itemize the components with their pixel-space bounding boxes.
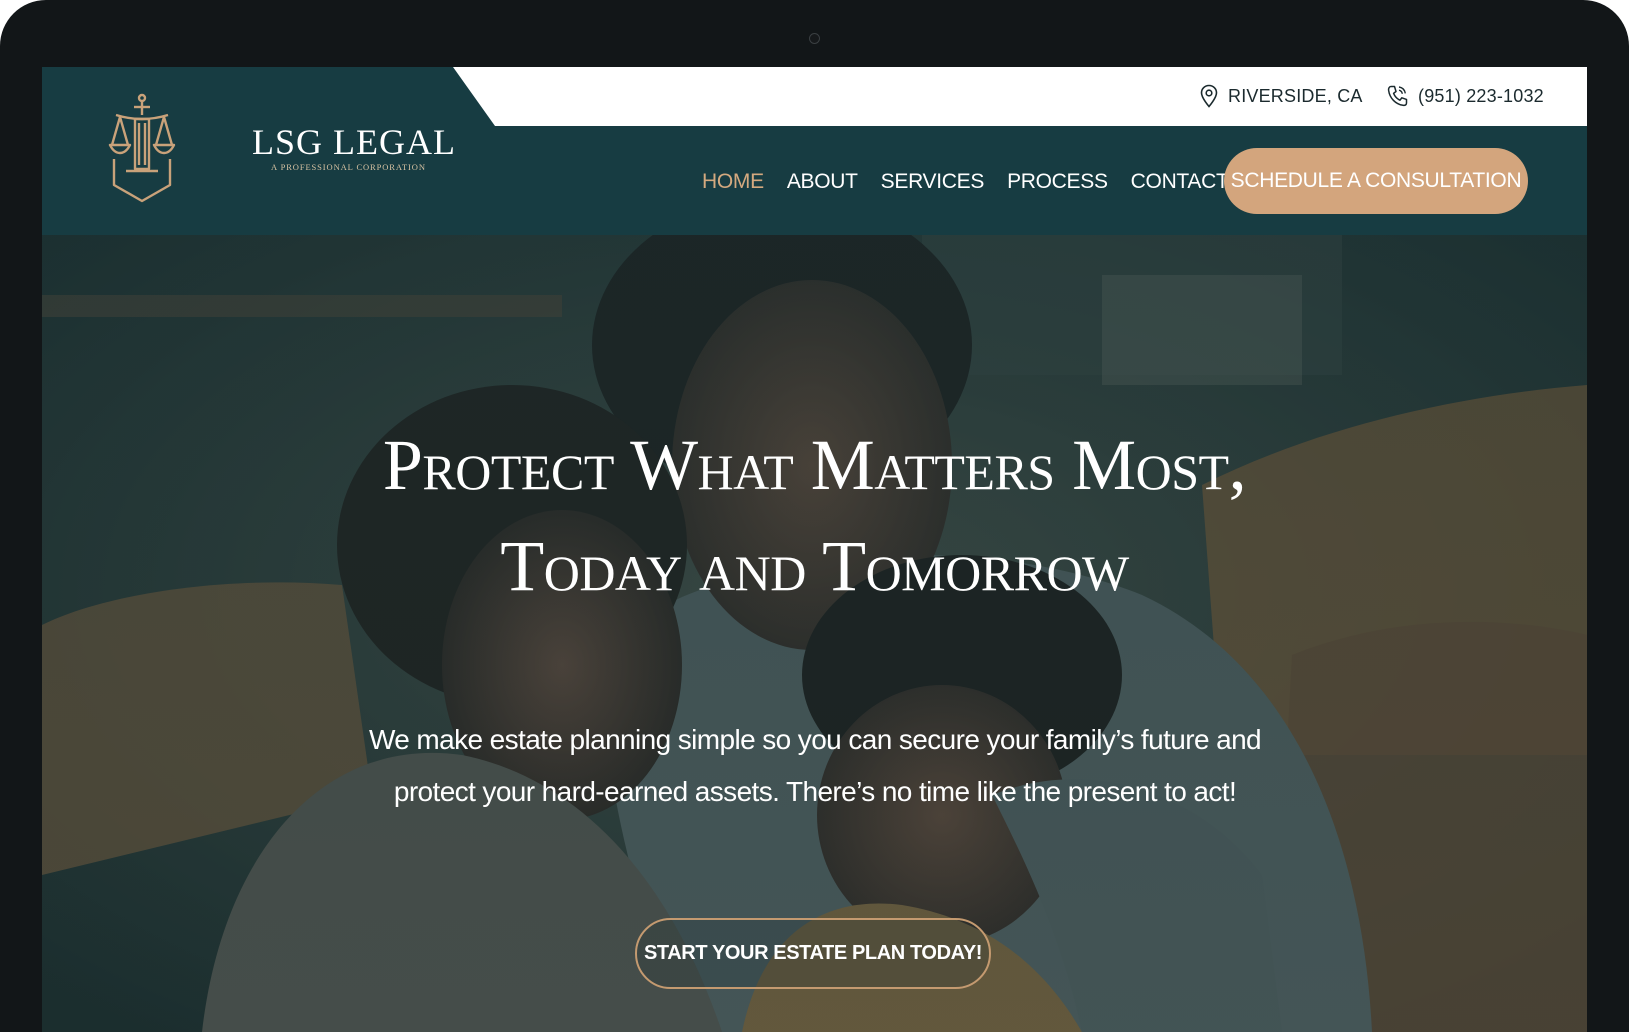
schedule-consultation-button[interactable]: SCHEDULE A CONSULTATION: [1224, 148, 1528, 214]
phone-text[interactable]: (951) 223-1032: [1418, 86, 1544, 107]
map-pin-icon: [1200, 84, 1218, 108]
hero-title-line-2: Today and Tomorrow: [500, 526, 1129, 606]
main-nav: HOME ABOUT SERVICES PROCESS CONTACT US: [702, 162, 1285, 202]
nav-item-home[interactable]: HOME: [702, 170, 764, 194]
hero-background-image: [42, 235, 1587, 1032]
camera-dot: [809, 33, 820, 44]
nav-item-process[interactable]: PROCESS: [1007, 170, 1108, 194]
scales-of-justice-icon: [108, 93, 176, 203]
hero-description: We make estate planning simple so you ca…: [368, 724, 1262, 807]
site-header: RIVERSIDE, CA (951) 223-1032 LSG LEGAL A…: [42, 67, 1587, 235]
start-estate-plan-button[interactable]: START YOUR ESTATE PLAN TODAY!: [635, 918, 991, 989]
hero-title-line-1: Protect What Matters Most,: [382, 425, 1247, 505]
logo-title: LSG LEGAL: [252, 122, 456, 162]
location-text: RIVERSIDE, CA: [1228, 85, 1363, 106]
hero-section: Protect What Matters Most, Today and Tom…: [42, 235, 1587, 1032]
nav-item-about[interactable]: ABOUT: [787, 170, 858, 194]
site-logo[interactable]: LSG LEGAL A PROFESSIONAL CORPORATION: [108, 93, 455, 205]
website-screen: RIVERSIDE, CA (951) 223-1032 LSG LEGAL A…: [42, 67, 1587, 1032]
location-info: RIVERSIDE, CA: [1200, 81, 1363, 111]
phone-link[interactable]: (951) 223-1032: [1386, 81, 1544, 111]
device-frame: RIVERSIDE, CA (951) 223-1032 LSG LEGAL A…: [0, 0, 1629, 1032]
logo-subtitle: A PROFESSIONAL CORPORATION: [271, 162, 426, 172]
nav-item-services[interactable]: SERVICES: [881, 170, 985, 194]
hero-title: Protect What Matters Most, Today and Tom…: [42, 415, 1587, 617]
phone-icon: [1386, 84, 1408, 108]
